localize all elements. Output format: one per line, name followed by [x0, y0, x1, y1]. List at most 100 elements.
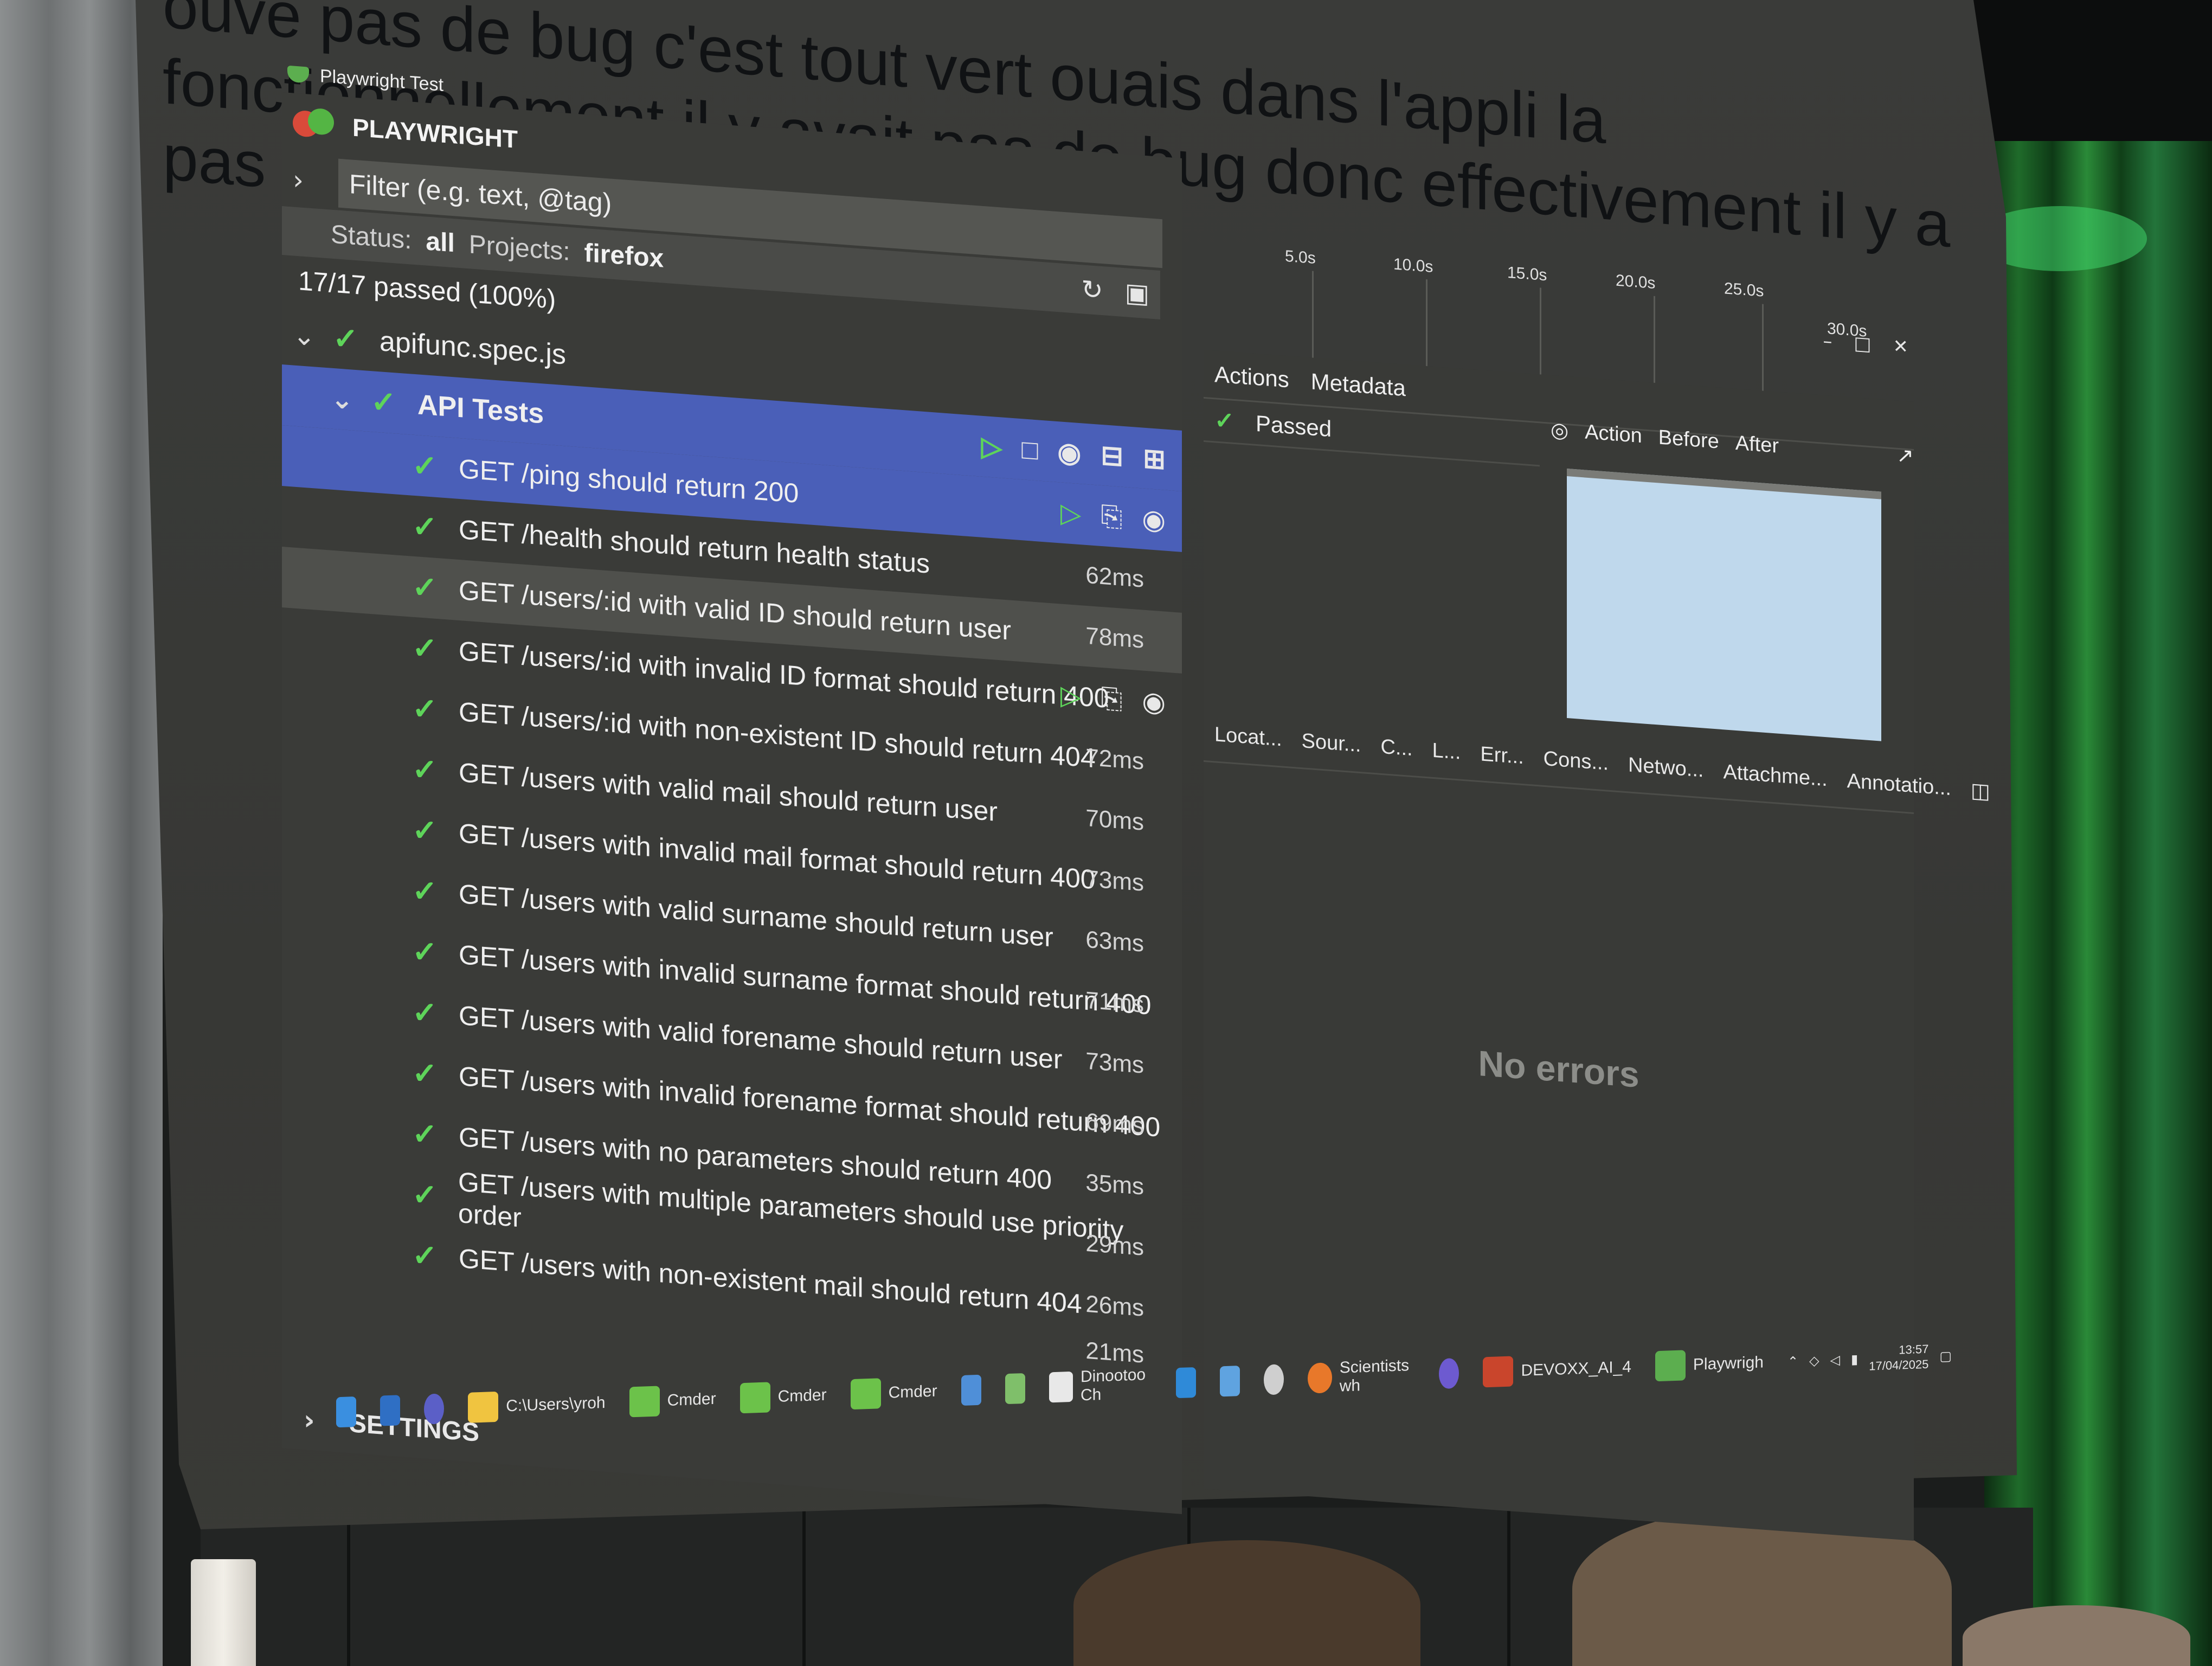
- vscode-icon[interactable]: [1175, 1367, 1196, 1399]
- open-source-icon[interactable]: ⎘: [1101, 499, 1122, 533]
- tab-log[interactable]: L...: [1432, 739, 1461, 765]
- terminal-icon[interactable]: ▣: [1125, 277, 1149, 309]
- snapshot-preview: [1567, 469, 1881, 741]
- tab-source[interactable]: Sour...: [1302, 729, 1361, 757]
- status-value[interactable]: all: [426, 226, 454, 258]
- tab-metadata[interactable]: Metadata: [1311, 368, 1406, 401]
- check-icon: ✓: [412, 873, 438, 909]
- tab-actions[interactable]: Actions: [1214, 361, 1289, 393]
- minimize-icon[interactable]: –: [1823, 330, 1832, 353]
- check-icon: ✓: [412, 994, 438, 1031]
- test-actions: ▷ ⎘ ◉: [1060, 497, 1166, 536]
- firefox-icon: [1308, 1362, 1332, 1394]
- taskbar-item[interactable]: Playwrigh: [1655, 1347, 1764, 1382]
- notepad-icon[interactable]: [1219, 1366, 1240, 1397]
- test-duration: 72ms: [1085, 744, 1144, 775]
- powerpoint-icon: [1483, 1356, 1514, 1388]
- timeline-tick: 15.0s: [1507, 263, 1547, 285]
- windows-start-icon[interactable]: [336, 1396, 357, 1428]
- tab-before[interactable]: Before: [1658, 426, 1719, 453]
- script-app-icon[interactable]: [1005, 1373, 1025, 1405]
- timeline-tick-line: [1540, 287, 1541, 380]
- tab-action[interactable]: Action: [1585, 420, 1642, 448]
- tab-call[interactable]: C...: [1380, 735, 1412, 761]
- timeline-tick-line: [1312, 271, 1314, 363]
- open-external-icon[interactable]: ↗: [1896, 443, 1914, 468]
- chevron-right-icon[interactable]: ›: [293, 164, 317, 197]
- check-icon: ✓: [412, 1116, 438, 1152]
- clock[interactable]: 13:57 17/04/2025: [1869, 1342, 1928, 1374]
- taskbar-item[interactable]: Cmder: [629, 1384, 716, 1418]
- stop-icon[interactable]: □: [1021, 433, 1038, 466]
- network-app-icon[interactable]: [961, 1374, 981, 1406]
- panel-toggle-icon[interactable]: ◫: [1971, 778, 1990, 804]
- watch-icon[interactable]: ◉: [1142, 685, 1166, 719]
- tab-after[interactable]: After: [1735, 431, 1779, 458]
- tab-locator[interactable]: Locat...: [1214, 723, 1282, 751]
- taskbar-item-label: Cmder: [888, 1382, 937, 1402]
- clock-time: 13:57: [1899, 1342, 1929, 1357]
- file-name: apifunc.spec.js: [380, 325, 566, 371]
- taskbar-item[interactable]: DEVOXX_AI_4: [1483, 1352, 1631, 1388]
- taskbar-item[interactable]: Cmder: [740, 1380, 827, 1414]
- check-icon: ✓: [1214, 407, 1234, 435]
- status-label: Status:: [331, 220, 412, 255]
- target-icon[interactable]: ◎: [1551, 417, 1568, 443]
- taskbar-item[interactable]: C:\Users\yroh: [468, 1388, 606, 1423]
- snapshot-panel: ◎ Action Before After ↗: [1551, 408, 1914, 760]
- maximize-icon[interactable]: □: [1854, 332, 1871, 355]
- run-icon[interactable]: ▷: [981, 431, 1002, 464]
- timeline-tick: 5.0s: [1285, 247, 1316, 268]
- chrome-icon[interactable]: [1263, 1364, 1284, 1395]
- test-duration: 70ms: [1085, 804, 1144, 836]
- chevron-up-icon[interactable]: ⌃: [1787, 1354, 1798, 1370]
- taskbar-item[interactable]: Cmder: [850, 1376, 937, 1410]
- watch-icon[interactable]: ◉: [1058, 436, 1082, 469]
- check-icon: ✓: [412, 1055, 438, 1092]
- check-icon: ✓: [412, 630, 438, 667]
- tab-attachments[interactable]: Attachme...: [1723, 760, 1827, 791]
- battery-icon[interactable]: ▮: [1851, 1351, 1858, 1367]
- chevron-down-icon[interactable]: ⌄: [331, 383, 355, 416]
- window-controls: – □ ✕: [1823, 330, 1908, 358]
- timeline-tick: 10.0s: [1393, 255, 1433, 276]
- obs-icon[interactable]: [1439, 1357, 1459, 1389]
- system-tray: ⌃ ◇ ◁ ▮ 13:57 17/04/2025 ▢: [1787, 1341, 1952, 1377]
- tab-network[interactable]: Netwo...: [1628, 753, 1703, 782]
- speaker-icon[interactable]: ◁: [1830, 1352, 1840, 1368]
- check-icon: ✓: [412, 1176, 438, 1213]
- test-actions: ▷ ⎘ ◉: [1060, 679, 1166, 719]
- tab-errors[interactable]: Err...: [1480, 742, 1523, 769]
- taskbar-item[interactable]: Dinootoo Ch: [1049, 1366, 1152, 1406]
- wifi-icon[interactable]: ◇: [1809, 1353, 1819, 1369]
- taskbar-item[interactable]: Scientists wh: [1308, 1356, 1415, 1397]
- check-icon: ✓: [412, 569, 438, 606]
- test-duration: 35ms: [1085, 1169, 1144, 1200]
- run-icon[interactable]: ▷: [1060, 497, 1081, 530]
- expand-icon[interactable]: ⊞: [1143, 443, 1166, 476]
- chevron-down-icon[interactable]: ⌄: [293, 319, 317, 352]
- notification-icon[interactable]: ▢: [1939, 1348, 1952, 1364]
- teams-icon[interactable]: [424, 1393, 445, 1425]
- cmder-icon: [740, 1382, 770, 1414]
- tab-console[interactable]: Cons...: [1544, 747, 1609, 776]
- watch-icon[interactable]: ◉: [1142, 503, 1166, 536]
- sidebar-toolbar: ↻ ▣: [1081, 274, 1160, 310]
- folder-icon: [468, 1391, 499, 1423]
- check-icon: ✓: [371, 384, 396, 420]
- close-icon[interactable]: ✕: [1893, 335, 1909, 358]
- test-list: ✓ GET /ping should return 200 ▷ ⎘ ◉ ✓ GE…: [282, 425, 1182, 1374]
- chevron-right-icon[interactable]: ›: [304, 1404, 327, 1437]
- brand-label: PLAYWRIGHT: [352, 113, 518, 153]
- check-icon: ✓: [412, 1237, 438, 1274]
- run-icon[interactable]: ▷: [1060, 679, 1081, 713]
- collapse-icon[interactable]: ⊟: [1101, 439, 1123, 472]
- taskbar-item-label: Cmder: [777, 1386, 827, 1406]
- open-source-icon[interactable]: ⎘: [1101, 682, 1122, 715]
- taskbar-item-label: Dinootoo Ch: [1081, 1366, 1146, 1405]
- outlook-icon[interactable]: [380, 1395, 401, 1426]
- taskbar-item-label: DEVOXX_AI_4: [1521, 1357, 1631, 1380]
- projects-value[interactable]: firefox: [584, 238, 664, 273]
- timeline-tick-line: [1654, 296, 1655, 389]
- reload-icon[interactable]: ↻: [1081, 274, 1103, 306]
